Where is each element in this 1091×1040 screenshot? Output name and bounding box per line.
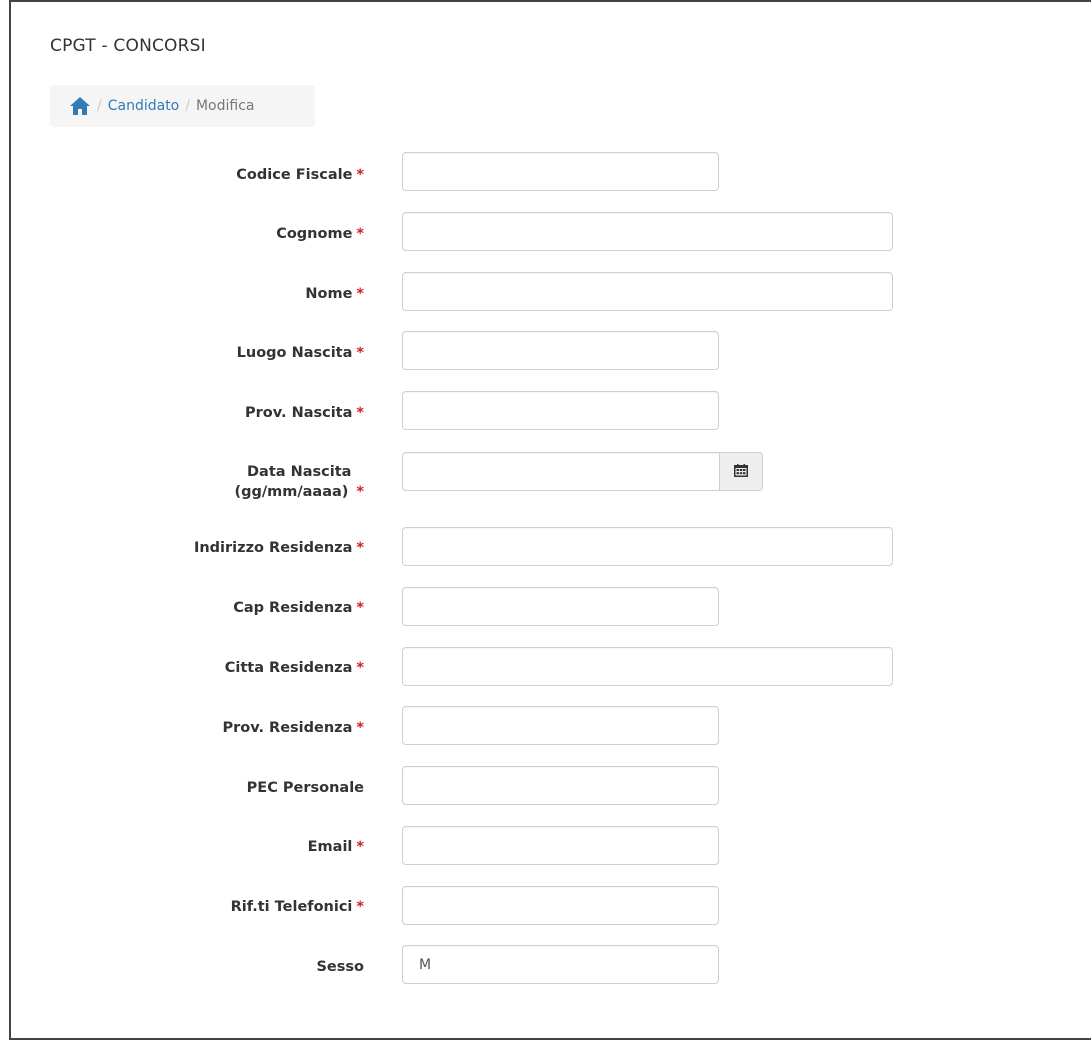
home-icon[interactable]: [69, 96, 91, 116]
nome-label: Nome *: [305, 286, 364, 302]
breadcrumb-link-candidato[interactable]: Candidato: [108, 98, 180, 114]
prov-residenza-label: Prov. Residenza *: [222, 720, 364, 736]
citta-residenza-label: Citta Residenza *: [224, 660, 364, 676]
required-marker: *: [356, 720, 364, 736]
cognome-label: Cognome *: [276, 226, 364, 242]
cap-residenza-input[interactable]: [402, 587, 719, 626]
breadcrumb-separator: /: [185, 98, 190, 114]
prov-nascita-input[interactable]: [402, 391, 719, 430]
pec-personale-input[interactable]: [402, 766, 719, 805]
calendar-icon: [734, 462, 748, 481]
codice-fiscale-input[interactable]: [402, 152, 719, 191]
citta-residenza-input[interactable]: [402, 647, 893, 686]
required-marker: *: [356, 660, 364, 676]
required-marker: *: [356, 345, 364, 361]
codice-fiscale-label: Codice Fiscale *: [236, 167, 364, 183]
rif-telefonici-input[interactable]: [402, 886, 719, 925]
app-title: CPGT - CONCORSI: [50, 36, 206, 56]
rif-telefonici-label: Rif.ti Telefonici *: [230, 899, 364, 915]
breadcrumb-current-modifica: Modifica: [195, 98, 255, 114]
indirizzo-residenza-input[interactable]: [402, 527, 893, 566]
breadcrumb-separator: /: [97, 98, 102, 114]
required-marker: *: [356, 899, 364, 915]
email-input[interactable]: [402, 826, 719, 865]
cap-residenza-label: Cap Residenza *: [233, 600, 364, 616]
luogo-nascita-label: Luogo Nascita *: [236, 345, 364, 361]
required-marker: *: [356, 839, 364, 855]
prov-residenza-input[interactable]: [402, 706, 719, 745]
pec-personale-label: PEC Personale: [246, 780, 364, 796]
data-nascita-label: Data Nascita (gg/mm/aaaa) *: [234, 464, 364, 500]
required-marker: *: [356, 226, 364, 242]
required-marker: *: [356, 286, 364, 302]
sesso-input[interactable]: [402, 945, 719, 984]
breadcrumb: / Candidato / Modifica: [50, 85, 315, 127]
cognome-input[interactable]: [402, 212, 893, 251]
indirizzo-residenza-label: Indirizzo Residenza *: [193, 540, 364, 556]
required-marker: *: [356, 484, 364, 500]
sesso-label: Sesso: [316, 959, 364, 975]
nome-input[interactable]: [402, 272, 893, 311]
prov-nascita-label: Prov. Nascita *: [245, 405, 364, 421]
email-label: Email *: [307, 839, 364, 855]
required-marker: *: [356, 540, 364, 556]
required-marker: *: [356, 600, 364, 616]
required-marker: *: [356, 167, 364, 183]
luogo-nascita-input[interactable]: [402, 331, 719, 370]
data-nascita-input[interactable]: [402, 452, 720, 491]
calendar-button[interactable]: [719, 452, 763, 491]
required-marker: *: [356, 405, 364, 421]
